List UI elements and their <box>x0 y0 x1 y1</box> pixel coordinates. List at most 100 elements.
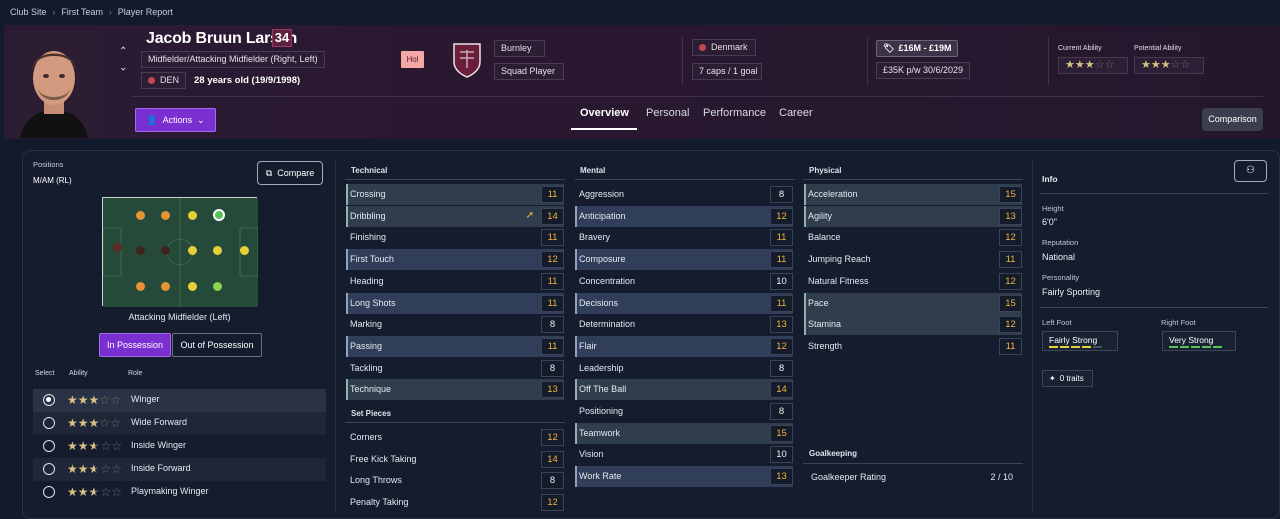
attribute-row[interactable]: Passing 11 <box>346 335 564 357</box>
attribute-row[interactable]: Crossing 11 <box>346 184 564 205</box>
attribute-value: 13 <box>770 316 793 334</box>
attribute-row[interactable]: Natural Fitness 12 <box>804 271 1022 292</box>
attribute-row[interactable]: Vision 10 <box>575 444 793 465</box>
position-dot[interactable] <box>136 246 145 255</box>
star-empty-icon: ☆ <box>100 439 112 453</box>
radio-button[interactable] <box>43 486 55 498</box>
roles-ability-header[interactable]: Ability <box>69 370 88 377</box>
position-dot[interactable] <box>213 246 222 255</box>
attribute-row[interactable]: Aggression 8 <box>575 184 793 205</box>
trend-up-icon: ➚ <box>525 209 534 221</box>
attribute-row[interactable]: Work Rate 13 <box>575 466 793 488</box>
attribute-row[interactable]: Leadership 8 <box>575 358 793 379</box>
comparison-button[interactable]: Comparison <box>1202 108 1263 131</box>
tab-performance[interactable]: Performance <box>703 107 766 119</box>
attribute-highlight-bar <box>575 205 577 227</box>
attribute-row[interactable]: Balance 12 <box>804 227 1022 248</box>
position-dot[interactable] <box>213 282 222 291</box>
position-dot[interactable] <box>113 243 122 252</box>
attribute-row[interactable]: First Touch 12 <box>346 249 564 271</box>
role-row[interactable]: ★★★☆☆ Playmaking Winger <box>33 481 326 504</box>
attribute-row[interactable]: Strength 11 <box>804 336 1022 357</box>
position-dot[interactable] <box>188 282 197 291</box>
attribute-row[interactable]: Free Kick Taking 14 <box>346 449 564 470</box>
attribute-row[interactable]: Heading 11 <box>346 271 564 292</box>
position-dot[interactable] <box>136 211 145 220</box>
attribute-row[interactable]: Off The Ball 14 <box>575 379 793 401</box>
attribute-row[interactable]: Agility 13 <box>804 205 1022 227</box>
attribute-row[interactable]: Finishing 11 <box>346 227 564 248</box>
foot-meter-segment <box>1169 346 1178 348</box>
role-row[interactable]: ★★★☆☆ Inside Winger <box>33 435 326 458</box>
club-crest-icon[interactable] <box>452 42 482 78</box>
position-dot[interactable] <box>161 211 170 220</box>
radio-button[interactable] <box>43 417 55 429</box>
position-dot[interactable] <box>136 282 145 291</box>
tab-overview[interactable]: Overview <box>580 107 629 119</box>
attribute-row[interactable]: Determination 13 <box>575 314 793 335</box>
attribute-row[interactable]: Teamwork 15 <box>575 422 793 444</box>
nation-chip[interactable]: DEN <box>141 72 186 89</box>
previous-player-icon[interactable]: ⌃ <box>119 46 127 57</box>
role-row[interactable]: ★★★☆☆ Winger <box>33 389 326 412</box>
role-row[interactable]: ★★★☆☆ Inside Forward <box>33 458 326 481</box>
position-dot[interactable] <box>161 282 170 291</box>
radio-button[interactable] <box>43 440 55 452</box>
personality-label: Personality <box>1042 273 1080 282</box>
compare-button[interactable]: ⧉ Compare <box>257 161 323 185</box>
star-empty-icon: ☆ <box>110 393 121 407</box>
country-chip[interactable]: Denmark <box>692 39 756 56</box>
attribute-row[interactable]: Technique 13 <box>346 379 564 401</box>
attribute-row[interactable]: Stamina 12 <box>804 314 1022 336</box>
role-row[interactable]: ★★★☆☆ Wide Forward <box>33 412 326 435</box>
attribute-row[interactable]: Bravery 11 <box>575 227 793 248</box>
section-line <box>803 179 1023 180</box>
role-name: Playmaking Winger <box>131 486 209 496</box>
attribute-row[interactable]: Pace 15 <box>804 292 1022 314</box>
attribute-value: 13 <box>999 207 1022 225</box>
attribute-row[interactable]: Decisions 11 <box>575 292 793 314</box>
attribute-row[interactable]: Long Shots 11 <box>346 292 564 314</box>
breadcrumb-club-site[interactable]: Club Site <box>10 7 47 17</box>
view-options-icon[interactable]: ⚇ <box>1234 160 1267 182</box>
roles-role-header[interactable]: Role <box>128 370 142 377</box>
tab-career[interactable]: Career <box>779 107 813 119</box>
in-possession-button[interactable]: In Possession <box>99 333 171 357</box>
attribute-row[interactable]: Flair 12 <box>575 335 793 357</box>
attribute-name: Vision <box>579 449 604 460</box>
transfer-value[interactable]: 🏷 £16M - £19M <box>876 40 959 57</box>
actions-button[interactable]: 👤 Actions ⌄ <box>135 108 216 132</box>
attribute-row[interactable]: Concentration 10 <box>575 271 793 292</box>
attribute-row[interactable]: Jumping Reach 11 <box>804 249 1022 270</box>
position-dot[interactable] <box>240 246 249 255</box>
position-dot[interactable] <box>188 211 197 220</box>
attribute-row[interactable]: Composure 11 <box>575 249 793 271</box>
club-name[interactable]: Burnley <box>494 40 545 57</box>
attribute-row[interactable]: Anticipation 12 <box>575 205 793 227</box>
set-pieces-title: Set Pieces <box>351 409 392 418</box>
attribute-value: 8 <box>770 359 793 377</box>
attribute-row[interactable]: Marking 8 <box>346 314 564 335</box>
radio-button[interactable] <box>43 463 55 475</box>
star-icon: ★ <box>67 485 78 499</box>
breadcrumb-first-team[interactable]: First Team <box>61 7 103 17</box>
height-value: 6'0" <box>1042 217 1057 227</box>
position-dot[interactable] <box>188 246 197 255</box>
attribute-row[interactable]: Dribbling ➚ 14 <box>346 205 564 227</box>
attribute-row[interactable]: Long Throws 8 <box>346 470 564 491</box>
position-dot-selected[interactable] <box>213 209 225 221</box>
next-player-icon[interactable]: ⌃ <box>119 60 127 71</box>
tab-personal[interactable]: Personal <box>646 107 689 119</box>
attribute-row[interactable]: Positioning 8 <box>575 401 793 422</box>
left-foot-meter <box>1049 346 1102 348</box>
attribute-row[interactable]: Corners 12 <box>346 427 564 448</box>
out-of-possession-button[interactable]: Out of Possession <box>172 333 262 357</box>
attribute-row[interactable]: Acceleration 15 <box>804 184 1022 205</box>
attribute-value: 13 <box>541 381 564 399</box>
attribute-row[interactable]: Penalty Taking 12 <box>346 492 564 513</box>
position-dot[interactable] <box>161 246 170 255</box>
radio-button[interactable] <box>43 394 55 406</box>
attribute-row[interactable]: Tackling 8 <box>346 358 564 379</box>
traits-chip[interactable]: ✦ 0 traits <box>1042 370 1093 387</box>
international-caps: 7 caps / 1 goal <box>692 63 762 80</box>
